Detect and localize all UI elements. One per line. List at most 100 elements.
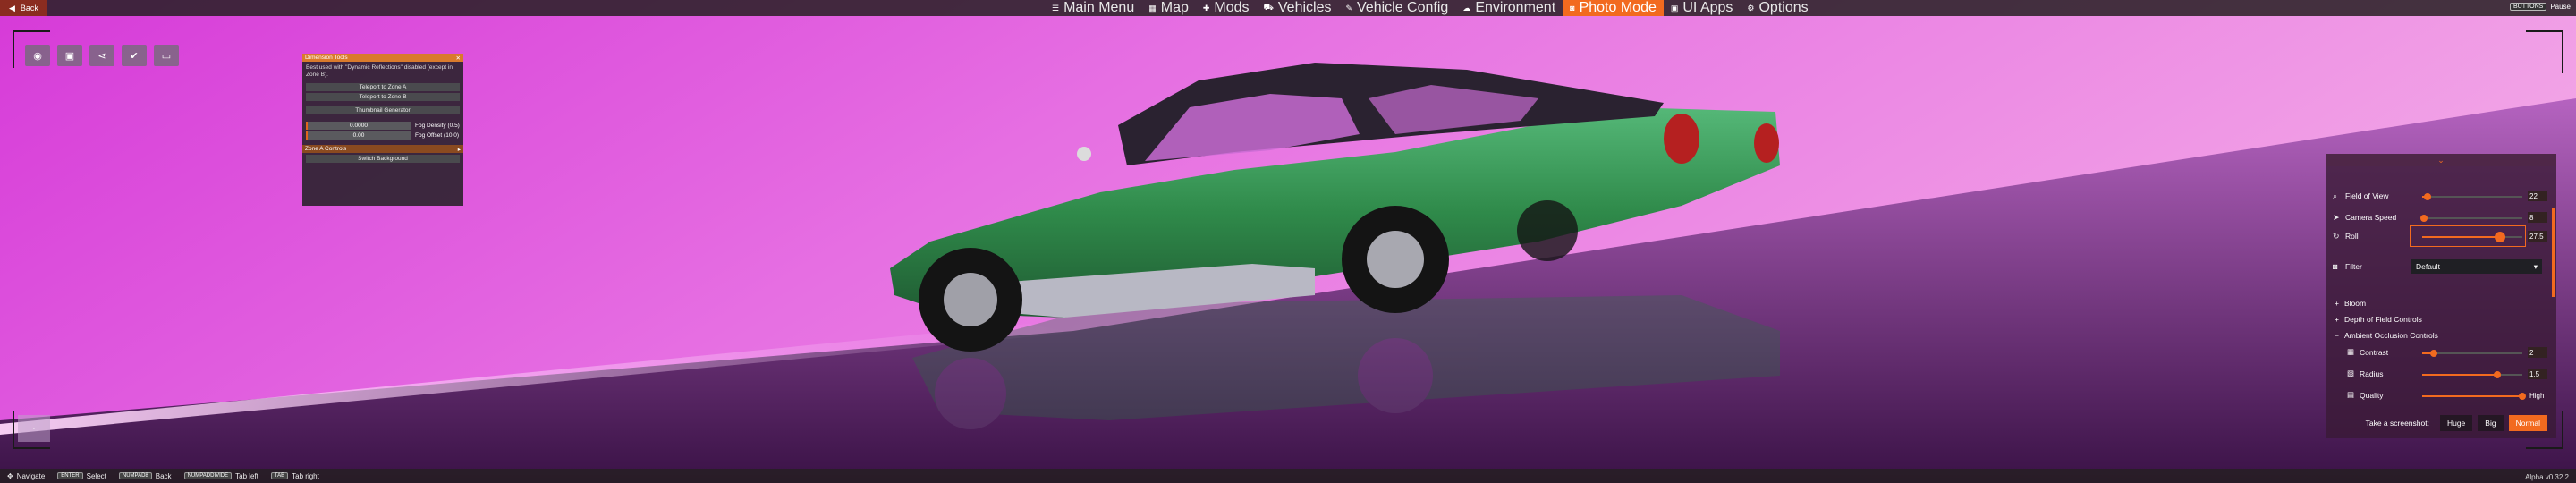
contrast-row: ▦ Contrast: [2347, 347, 2388, 357]
nav-item-mods[interactable]: ✚ Mods: [1196, 0, 1257, 16]
roll-label: Roll: [2345, 232, 2359, 241]
camera-icon: ◙: [2333, 262, 2338, 271]
radius-icon: ▧: [2347, 369, 2355, 377]
hint-tab-right: TAB Tab right: [270, 471, 319, 480]
fog-density-fill: [306, 122, 309, 130]
field-of-view-handle[interactable]: [2423, 193, 2431, 200]
key-badge: TAB: [270, 472, 289, 479]
screenshot-row: Take a screenshot: Huge Big Normal: [2326, 413, 2556, 433]
nav-item-main-menu[interactable]: ☰ Main Menu: [1045, 0, 1141, 16]
version-label: Alpha v0.32.2: [2525, 473, 2569, 481]
ao-section[interactable]: − Ambient Occlusion Controls: [2334, 331, 2438, 340]
check-tool-button[interactable]: ✔: [122, 45, 147, 66]
quality-value[interactable]: High: [2528, 390, 2547, 401]
field-of-view-slider[interactable]: [2422, 196, 2522, 198]
roll-value[interactable]: 27.5: [2528, 231, 2547, 242]
filter-value: Default: [2416, 262, 2440, 271]
nav-label: Vehicle Config: [1357, 0, 1449, 15]
share-tool-button[interactable]: ⋖: [89, 45, 114, 66]
radius-value[interactable]: 1.5: [2528, 369, 2547, 379]
frame-corner-top-right: [2526, 30, 2563, 73]
dpad-icon: ✥: [7, 471, 13, 480]
hint-label: Back: [155, 471, 172, 480]
teleport-zone-b-button[interactable]: Teleport to Zone B: [306, 93, 460, 101]
contrast-handle[interactable]: [2430, 350, 2438, 357]
nav-item-environment[interactable]: ☁ Environment: [1455, 0, 1563, 16]
radius-label: Radius: [2360, 369, 2384, 378]
fog-density-slider[interactable]: 0.0000: [306, 122, 411, 130]
dof-label: Depth of Field Controls: [2343, 315, 2422, 324]
fog-offset-label: Fog Offset (10.0): [415, 132, 460, 139]
huge-button[interactable]: Huge: [2439, 415, 2473, 431]
car-icon: ⛟: [1263, 3, 1274, 12]
field-of-view-value[interactable]: 22: [2528, 191, 2547, 201]
back-button[interactable]: ◀ Back: [0, 0, 47, 16]
thumbnail-generator-button[interactable]: Thumbnail Generator: [306, 106, 460, 114]
radius-row: ▧ Radius: [2347, 369, 2384, 378]
fog-offset-value: 0.00: [352, 132, 365, 139]
nav-label: Main Menu: [1063, 0, 1135, 15]
nav-item-vehicle-config[interactable]: ✎ Vehicle Config: [1338, 0, 1455, 16]
menu-icon: ☰: [1052, 3, 1060, 13]
nav-item-map[interactable]: ▦ Map: [1141, 0, 1196, 16]
buttons-badge: BUTTONS: [2509, 3, 2547, 11]
nav-label: Vehicles: [1277, 0, 1332, 15]
bottom-bar: ✥ Navigate ENTER Select NUMPAD8 Back NUMPADDIV…: [0, 469, 2576, 483]
fog-density-value: 0.0000: [350, 123, 368, 129]
close-icon[interactable]: ✕: [456, 55, 461, 62]
nav-item-vehicles[interactable]: ⛟ Vehicles: [1257, 0, 1339, 16]
collapse-chevron-icon[interactable]: ⌄: [2326, 154, 2556, 166]
contrast-value[interactable]: 2: [2528, 347, 2547, 358]
hint-select: ENTER Select: [57, 472, 106, 480]
roll-fill: [2422, 236, 2501, 238]
quality-label: Quality: [2360, 390, 2384, 400]
bloom-section[interactable]: + Bloom: [2334, 299, 2366, 308]
nav-item-ui-apps[interactable]: ▣ UI Apps: [1664, 0, 1741, 16]
hint-label: Navigate: [16, 471, 46, 480]
fog-offset-slider[interactable]: 0.00: [306, 131, 411, 140]
magnifier-icon: ⌕: [2333, 191, 2338, 200]
field-of-view-label: Field of View: [2345, 191, 2389, 200]
gear-icon: ⚙: [1747, 3, 1755, 13]
camera-speed-slider[interactable]: [2422, 217, 2522, 219]
plus-icon: +: [2334, 299, 2339, 308]
map-icon: ▦: [1148, 3, 1157, 13]
dimension-tools-title: Dimension Tools: [305, 55, 348, 61]
contrast-label: Contrast: [2360, 347, 2389, 357]
switch-background-button[interactable]: Switch Background: [306, 155, 460, 163]
back-label: Back: [20, 4, 38, 13]
quality-row: ▤ Quality: [2347, 390, 2384, 400]
dimension-tools-header[interactable]: Dimension Tools ✕: [302, 54, 463, 62]
hint-label: Tab left: [235, 471, 258, 480]
hint-navigate: ✥ Navigate: [7, 472, 45, 480]
nav-label: Map: [1160, 0, 1189, 15]
filter-dropdown[interactable]: Default ▾: [2411, 259, 2542, 274]
nav-item-photo-mode[interactable]: ◙ Photo Mode: [1563, 0, 1664, 16]
contrast-icon: ▦: [2347, 347, 2355, 356]
pause-control[interactable]: BUTTONS Pause: [2509, 3, 2571, 11]
quality-handle[interactable]: [2519, 393, 2526, 400]
big-button[interactable]: Big: [2478, 415, 2504, 431]
radius-handle[interactable]: [2494, 371, 2501, 378]
normal-button[interactable]: Normal: [2508, 415, 2547, 431]
zone-a-controls-header[interactable]: Zone A Controls ▸: [302, 145, 463, 153]
expand-icon: ▸: [457, 146, 461, 153]
teleport-zone-a-button[interactable]: Teleport to Zone A: [306, 83, 460, 91]
thumbnail-placeholder[interactable]: ·: [18, 415, 50, 442]
hint-label: Select: [86, 471, 106, 480]
folder-tool-button[interactable]: ▭: [154, 45, 179, 66]
hint-label: Tab right: [292, 471, 319, 480]
hint-tab-left: NUMPADDIVIDE Tab left: [183, 471, 258, 480]
dof-section[interactable]: + Depth of Field Controls: [2334, 315, 2422, 324]
quality-fill: [2422, 395, 2522, 397]
nav-item-options[interactable]: ⚙ Options: [1740, 0, 1815, 16]
fog-offset-row: 0.00 Fog Offset (10.0): [306, 131, 460, 140]
fog-density-row: 0.0000 Fog Density (0.5): [306, 122, 460, 130]
camera-speed-value[interactable]: 8: [2528, 212, 2547, 223]
zone-a-controls-title: Zone A Controls: [305, 146, 347, 152]
image-tool-button[interactable]: ▣: [57, 45, 82, 66]
minus-icon: −: [2334, 331, 2339, 340]
plus-icon: +: [2334, 315, 2339, 324]
key-badge: NUMPADDIVIDE: [183, 472, 233, 479]
camera-tool-button[interactable]: ◉: [25, 45, 50, 66]
